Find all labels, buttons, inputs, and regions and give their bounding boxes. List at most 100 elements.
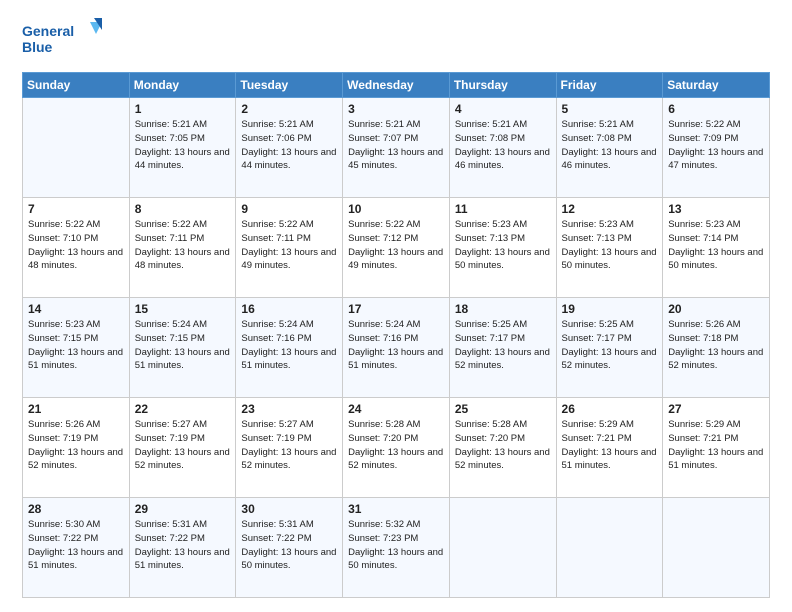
weekday-header-monday: Monday bbox=[129, 73, 236, 98]
calendar-cell: 28 Sunrise: 5:30 AMSunset: 7:22 PMDayligh… bbox=[23, 498, 130, 598]
day-number: 7 bbox=[28, 202, 124, 216]
day-number: 20 bbox=[668, 302, 764, 316]
day-number: 3 bbox=[348, 102, 444, 116]
cell-info: Sunrise: 5:21 AMSunset: 7:07 PMDaylight:… bbox=[348, 118, 444, 173]
calendar-cell: 27Sunrise: 5:29 AMSunset: 7:21 PMDayligh… bbox=[663, 398, 770, 498]
calendar-cell: 6 Sunrise: 5:22 AMSunset: 7:09 PMDaylight… bbox=[663, 98, 770, 198]
day-number: 10 bbox=[348, 202, 444, 216]
cell-info: Sunrise: 5:23 AMSunset: 7:13 PMDaylight:… bbox=[562, 218, 658, 273]
cell-info: Sunrise: 5:28 AMSunset: 7:20 PMDaylight:… bbox=[348, 418, 444, 473]
cell-info: Sunrise: 5:21 AMSunset: 7:06 PMDaylight:… bbox=[241, 118, 337, 173]
day-number: 18 bbox=[455, 302, 551, 316]
cell-info: Sunrise: 5:26 AMSunset: 7:18 PMDaylight:… bbox=[668, 318, 764, 373]
day-number: 12 bbox=[562, 202, 658, 216]
cell-info: Sunrise: 5:28 AMSunset: 7:20 PMDaylight:… bbox=[455, 418, 551, 473]
day-number: 2 bbox=[241, 102, 337, 116]
cell-info: Sunrise: 5:23 AMSunset: 7:13 PMDaylight:… bbox=[455, 218, 551, 273]
day-number: 14 bbox=[28, 302, 124, 316]
cell-info: Sunrise: 5:26 AMSunset: 7:19 PMDaylight:… bbox=[28, 418, 124, 473]
header: General Blue bbox=[22, 18, 770, 62]
cell-info: Sunrise: 5:29 AMSunset: 7:21 PMDaylight:… bbox=[668, 418, 764, 473]
cell-info: Sunrise: 5:21 AMSunset: 7:05 PMDaylight:… bbox=[135, 118, 231, 173]
cell-info: Sunrise: 5:24 AMSunset: 7:16 PMDaylight:… bbox=[241, 318, 337, 373]
weekday-header-row: SundayMondayTuesdayWednesdayThursdayFrid… bbox=[23, 73, 770, 98]
calendar-cell: 20 Sunrise: 5:26 AMSunset: 7:18 PMDayligh… bbox=[663, 298, 770, 398]
day-number: 23 bbox=[241, 402, 337, 416]
cell-info: Sunrise: 5:21 AMSunset: 7:08 PMDaylight:… bbox=[562, 118, 658, 173]
cell-info: Sunrise: 5:27 AMSunset: 7:19 PMDaylight:… bbox=[241, 418, 337, 473]
cell-info: Sunrise: 5:22 AMSunset: 7:09 PMDaylight:… bbox=[668, 118, 764, 173]
cell-info: Sunrise: 5:30 AMSunset: 7:22 PMDaylight:… bbox=[28, 518, 124, 573]
calendar-cell: 4 Sunrise: 5:21 AMSunset: 7:08 PMDaylight… bbox=[449, 98, 556, 198]
page: General Blue SundayMondayTuesdayWednesda… bbox=[0, 0, 792, 612]
week-row-3: 14 Sunrise: 5:23 AMSunset: 7:15 PMDayligh… bbox=[23, 298, 770, 398]
calendar-cell: 7 Sunrise: 5:22 AMSunset: 7:10 PMDaylight… bbox=[23, 198, 130, 298]
day-number: 16 bbox=[241, 302, 337, 316]
day-number: 6 bbox=[668, 102, 764, 116]
day-number: 1 bbox=[135, 102, 231, 116]
calendar-cell: 14 Sunrise: 5:23 AMSunset: 7:15 PMDayligh… bbox=[23, 298, 130, 398]
day-number: 17 bbox=[348, 302, 444, 316]
calendar-cell: 21 Sunrise: 5:26 AMSunset: 7:19 PMDayligh… bbox=[23, 398, 130, 498]
calendar-cell: 29 Sunrise: 5:31 AMSunset: 7:22 PMDayligh… bbox=[129, 498, 236, 598]
logo-svg: General Blue bbox=[22, 18, 102, 62]
calendar-cell: 25Sunrise: 5:28 AMSunset: 7:20 PMDayligh… bbox=[449, 398, 556, 498]
day-number: 4 bbox=[455, 102, 551, 116]
calendar-cell: 24 Sunrise: 5:28 AMSunset: 7:20 PMDayligh… bbox=[343, 398, 450, 498]
weekday-header-tuesday: Tuesday bbox=[236, 73, 343, 98]
day-number: 31 bbox=[348, 502, 444, 516]
calendar-cell: 22 Sunrise: 5:27 AMSunset: 7:19 PMDayligh… bbox=[129, 398, 236, 498]
calendar-cell: 30 Sunrise: 5:31 AMSunset: 7:22 PMDayligh… bbox=[236, 498, 343, 598]
calendar-cell: 11 Sunrise: 5:23 AMSunset: 7:13 PMDayligh… bbox=[449, 198, 556, 298]
calendar-cell: 10Sunrise: 5:22 AMSunset: 7:12 PMDayligh… bbox=[343, 198, 450, 298]
day-number: 24 bbox=[348, 402, 444, 416]
cell-info: Sunrise: 5:21 AMSunset: 7:08 PMDaylight:… bbox=[455, 118, 551, 173]
calendar-cell: 12 Sunrise: 5:23 AMSunset: 7:13 PMDayligh… bbox=[556, 198, 663, 298]
calendar-cell: 9Sunrise: 5:22 AMSunset: 7:11 PMDaylight… bbox=[236, 198, 343, 298]
calendar-cell bbox=[449, 498, 556, 598]
cell-info: Sunrise: 5:27 AMSunset: 7:19 PMDaylight:… bbox=[135, 418, 231, 473]
calendar-cell bbox=[663, 498, 770, 598]
day-number: 13 bbox=[668, 202, 764, 216]
weekday-header-thursday: Thursday bbox=[449, 73, 556, 98]
week-row-5: 28 Sunrise: 5:30 AMSunset: 7:22 PMDayligh… bbox=[23, 498, 770, 598]
calendar-cell: 5Sunrise: 5:21 AMSunset: 7:08 PMDaylight… bbox=[556, 98, 663, 198]
cell-info: Sunrise: 5:22 AMSunset: 7:11 PMDaylight:… bbox=[241, 218, 337, 273]
calendar-cell: 3 Sunrise: 5:21 AMSunset: 7:07 PMDaylight… bbox=[343, 98, 450, 198]
svg-text:Blue: Blue bbox=[22, 39, 53, 55]
calendar-cell: 26 Sunrise: 5:29 AMSunset: 7:21 PMDayligh… bbox=[556, 398, 663, 498]
weekday-header-saturday: Saturday bbox=[663, 73, 770, 98]
cell-info: Sunrise: 5:23 AMSunset: 7:15 PMDaylight:… bbox=[28, 318, 124, 373]
cell-info: Sunrise: 5:31 AMSunset: 7:22 PMDaylight:… bbox=[241, 518, 337, 573]
weekday-header-sunday: Sunday bbox=[23, 73, 130, 98]
day-number: 26 bbox=[562, 402, 658, 416]
svg-text:General: General bbox=[22, 23, 74, 39]
day-number: 15 bbox=[135, 302, 231, 316]
day-number: 22 bbox=[135, 402, 231, 416]
calendar-cell: 13 Sunrise: 5:23 AMSunset: 7:14 PMDayligh… bbox=[663, 198, 770, 298]
cell-info: Sunrise: 5:24 AMSunset: 7:16 PMDaylight:… bbox=[348, 318, 444, 373]
day-number: 30 bbox=[241, 502, 337, 516]
calendar-cell bbox=[556, 498, 663, 598]
cell-info: Sunrise: 5:25 AMSunset: 7:17 PMDaylight:… bbox=[455, 318, 551, 373]
calendar-cell: 31 Sunrise: 5:32 AMSunset: 7:23 PMDayligh… bbox=[343, 498, 450, 598]
cell-info: Sunrise: 5:31 AMSunset: 7:22 PMDaylight:… bbox=[135, 518, 231, 573]
calendar-cell: 18 Sunrise: 5:25 AMSunset: 7:17 PMDayligh… bbox=[449, 298, 556, 398]
week-row-2: 7 Sunrise: 5:22 AMSunset: 7:10 PMDaylight… bbox=[23, 198, 770, 298]
day-number: 28 bbox=[28, 502, 124, 516]
day-number: 8 bbox=[135, 202, 231, 216]
calendar-cell: 19Sunrise: 5:25 AMSunset: 7:17 PMDayligh… bbox=[556, 298, 663, 398]
calendar-cell: 17 Sunrise: 5:24 AMSunset: 7:16 PMDayligh… bbox=[343, 298, 450, 398]
calendar-cell: 15Sunrise: 5:24 AMSunset: 7:15 PMDayligh… bbox=[129, 298, 236, 398]
cell-info: Sunrise: 5:22 AMSunset: 7:10 PMDaylight:… bbox=[28, 218, 124, 273]
calendar-table: SundayMondayTuesdayWednesdayThursdayFrid… bbox=[22, 72, 770, 598]
week-row-4: 21 Sunrise: 5:26 AMSunset: 7:19 PMDayligh… bbox=[23, 398, 770, 498]
cell-info: Sunrise: 5:23 AMSunset: 7:14 PMDaylight:… bbox=[668, 218, 764, 273]
day-number: 19 bbox=[562, 302, 658, 316]
cell-info: Sunrise: 5:29 AMSunset: 7:21 PMDaylight:… bbox=[562, 418, 658, 473]
day-number: 29 bbox=[135, 502, 231, 516]
day-number: 21 bbox=[28, 402, 124, 416]
cell-info: Sunrise: 5:32 AMSunset: 7:23 PMDaylight:… bbox=[348, 518, 444, 573]
day-number: 11 bbox=[455, 202, 551, 216]
calendar-cell: 2 Sunrise: 5:21 AMSunset: 7:06 PMDaylight… bbox=[236, 98, 343, 198]
